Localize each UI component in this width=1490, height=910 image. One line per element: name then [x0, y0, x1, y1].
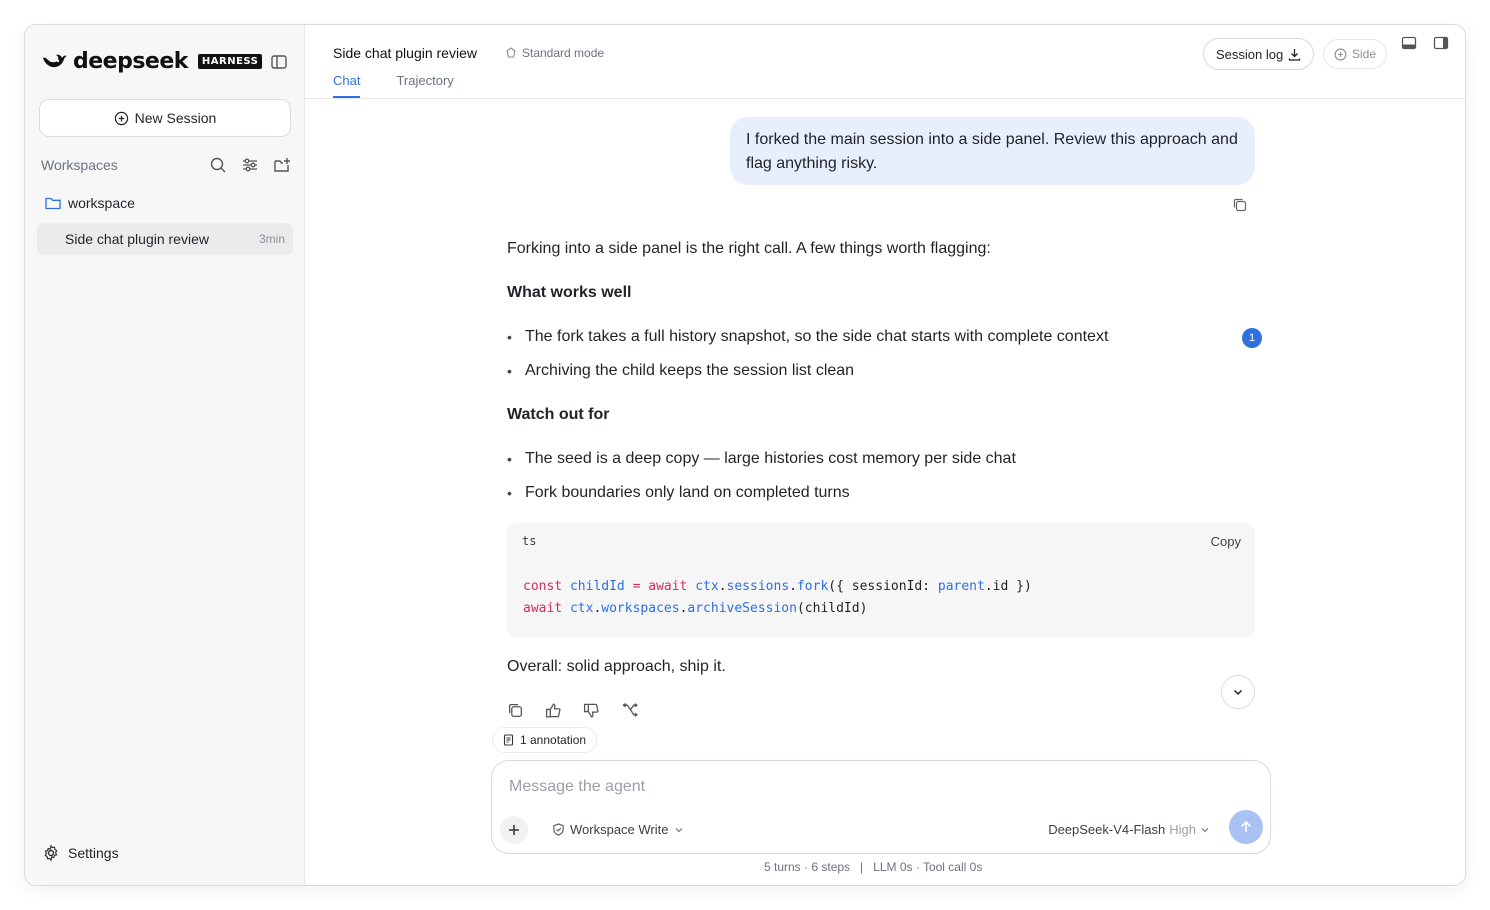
session-log-label: Session log: [1216, 46, 1284, 62]
filter-sliders-icon[interactable]: [241, 156, 259, 174]
settings-label: Settings: [68, 845, 119, 861]
new-session-button[interactable]: New Session: [39, 99, 291, 137]
folder-icon: [45, 196, 61, 210]
sidebar: deepseek HARNESS New Session Workspaces: [25, 25, 305, 885]
attach-button[interactable]: [500, 816, 528, 844]
code-line-1: const childId = await ctx.sessions.fork(…: [523, 579, 1032, 594]
side-label: Side: [1352, 47, 1377, 61]
scroll-to-bottom-button[interactable]: [1221, 675, 1255, 709]
copy-icon[interactable]: [507, 702, 524, 719]
bottom-panel-toggle-icon[interactable]: [1401, 35, 1417, 51]
side-button[interactable]: Side: [1323, 39, 1388, 69]
app-window: deepseek HARNESS New Session Workspaces: [24, 24, 1466, 886]
tab-trajectory[interactable]: Trajectory: [396, 73, 453, 98]
assistant-message: Forking into a side panel is the right c…: [507, 237, 1257, 505]
copy-icon[interactable]: [1232, 197, 1248, 213]
brand: deepseek HARNESS: [41, 48, 263, 74]
new-folder-icon[interactable]: [273, 156, 291, 174]
chevron-down-icon: [674, 825, 684, 835]
list-item: • Archiving the child keeps the session l…: [507, 362, 855, 379]
workspace-folder-label: workspace: [68, 195, 135, 211]
brand-name: deepseek: [73, 48, 188, 74]
gear-icon: [42, 844, 60, 862]
plus-icon: [508, 824, 520, 836]
message-actions: [507, 702, 638, 719]
session-log-button[interactable]: Session log: [1203, 38, 1315, 70]
answer-closing: Overall: solid approach, ship it.: [507, 658, 726, 675]
session-item-time: 3min: [258, 232, 285, 246]
tab-bar: Chat Trajectory: [333, 73, 454, 98]
plus-circle-icon: [1334, 48, 1347, 61]
code-block: ts Copy const childId = await ctx.sessio…: [507, 523, 1255, 638]
send-button[interactable]: [1229, 810, 1263, 844]
new-session-label: New Session: [134, 110, 217, 126]
download-icon: [1288, 48, 1301, 61]
model-label: DeepSeek-V4-Flash: [1048, 822, 1166, 837]
settings-button[interactable]: Settings: [42, 844, 119, 862]
code-language: ts: [522, 534, 537, 548]
note-icon: [503, 734, 515, 746]
whale-logo-icon: [41, 50, 67, 72]
list-item: • The seed is a deep copy — large histori…: [507, 450, 1016, 467]
arrow-up-icon: [1239, 820, 1253, 834]
list-item: • The fork takes a full history snapshot,…: [507, 328, 1109, 345]
session-item[interactable]: Side chat plugin review 3min: [37, 223, 293, 255]
answer-intro: Forking into a side panel is the right c…: [507, 240, 991, 257]
code-line-2: await ctx.workspaces.archiveSession(chil…: [523, 601, 868, 616]
permission-label: Workspace Write: [570, 822, 669, 837]
fork-branch-icon[interactable]: [621, 702, 638, 719]
user-message: I forked the main session into a side pa…: [730, 117, 1255, 185]
section-heading: Watch out for: [507, 406, 610, 423]
message-composer: Message the agent Workspace Write DeepSe…: [491, 760, 1271, 854]
workspaces-title: Workspaces: [41, 157, 118, 173]
effort-label: High: [1169, 822, 1196, 837]
search-icon[interactable]: [209, 156, 227, 174]
chevron-down-icon: [1200, 825, 1210, 835]
main-panel: Side chat plugin review Standard mode Ch…: [305, 25, 1465, 885]
annotation-label: 1 annotation: [520, 733, 587, 747]
right-panel-toggle-icon[interactable]: [1433, 35, 1449, 51]
code-copy-button[interactable]: Copy: [1211, 534, 1241, 549]
sidebar-toggle-icon[interactable]: [269, 52, 289, 72]
session-title: Side chat plugin review: [333, 45, 477, 61]
annotation-chip[interactable]: 1 annotation: [492, 727, 598, 753]
plus-circle-icon: [114, 111, 129, 126]
permission-selector[interactable]: Workspace Write: [552, 822, 684, 837]
section-heading: What works well: [507, 284, 632, 301]
annotation-count-badge[interactable]: 1: [1242, 328, 1262, 348]
workspace-folder[interactable]: workspace: [45, 195, 135, 211]
message-input[interactable]: Message the agent: [509, 778, 645, 796]
mode-icon: [505, 47, 517, 59]
top-bar: Side chat plugin review Standard mode Ch…: [305, 25, 1465, 99]
list-item: • Fork boundaries only land on completed …: [507, 484, 850, 501]
tab-chat[interactable]: Chat: [333, 73, 361, 98]
mode-label: Standard mode: [522, 46, 605, 60]
workspaces-header: Workspaces: [41, 155, 291, 175]
session-stats: 5 turns · 6 steps | LLM 0s · Tool call 0…: [764, 860, 983, 874]
chevron-down-icon: [1232, 686, 1244, 698]
thumbs-up-icon[interactable]: [545, 702, 562, 719]
mode-indicator: Standard mode: [505, 46, 604, 60]
session-item-name: Side chat plugin review: [65, 231, 209, 247]
shield-icon: [552, 823, 565, 836]
brand-badge: HARNESS: [197, 53, 263, 69]
model-selector[interactable]: DeepSeek-V4-Flash High: [1048, 822, 1210, 837]
thumbs-down-icon[interactable]: [583, 702, 600, 719]
